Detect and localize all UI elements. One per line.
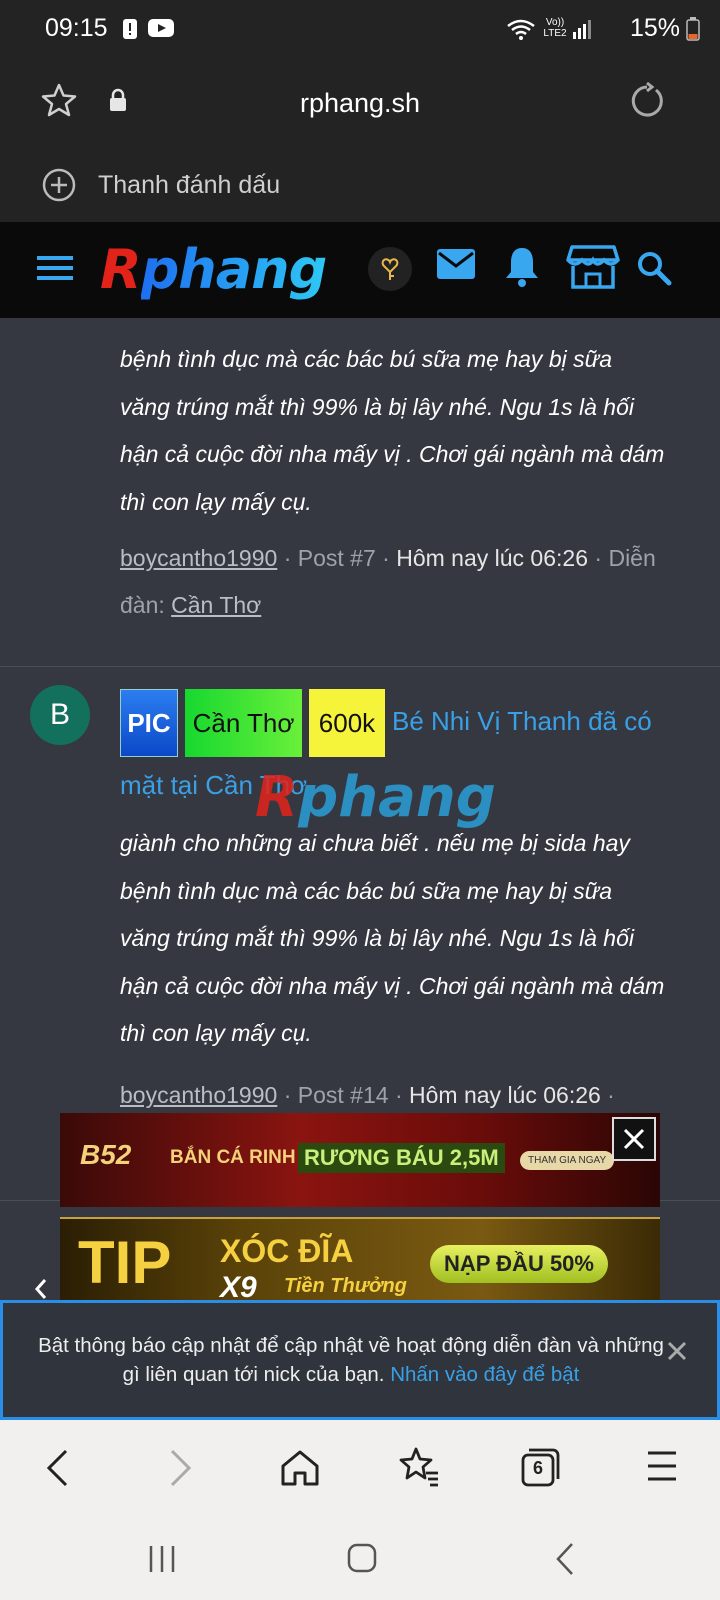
avatar[interactable]: B bbox=[30, 685, 90, 745]
post-line: hận cả cuộc đời nha mấy vị . Chơi gái ng… bbox=[120, 441, 665, 467]
forum-label: Diễn bbox=[608, 545, 656, 571]
browser-bottom-toolbar: 6 bbox=[0, 1420, 720, 1520]
site-logo[interactable]: Rphang bbox=[100, 238, 327, 301]
browser-toolbar: rphang.sh Thanh đánh dấu bbox=[0, 58, 720, 222]
status-time: 09:15 bbox=[45, 14, 108, 42]
url-bar[interactable]: rphang.sh bbox=[0, 88, 720, 119]
tab-count: 6 bbox=[532, 1458, 543, 1478]
back-icon[interactable] bbox=[44, 1448, 70, 1493]
home-nav-icon[interactable] bbox=[346, 1542, 378, 1579]
key-heart-icon[interactable] bbox=[367, 246, 413, 297]
system-nav-bar bbox=[0, 1520, 720, 1600]
bookmark-bar[interactable]: Thanh đánh dấu bbox=[42, 168, 280, 202]
post-meta: boycantho1990 · Post #14 · Hôm nay lúc 0… bbox=[120, 1082, 615, 1108]
menu-icon[interactable] bbox=[646, 1450, 678, 1487]
alert-icon bbox=[122, 18, 138, 45]
tag-price[interactable]: 600k bbox=[309, 689, 385, 757]
post-number[interactable]: Post #14 bbox=[298, 1082, 389, 1108]
close-notice-icon[interactable] bbox=[667, 1341, 687, 1367]
hamburger-menu-icon[interactable] bbox=[37, 254, 73, 287]
thread-title-line1[interactable]: Bé Nhi Vị Thanh đã có bbox=[392, 706, 652, 737]
post-line: hận cả cuộc đời nha mấy vị . Chơi gái ng… bbox=[120, 972, 665, 999]
bookmarks-icon[interactable] bbox=[398, 1446, 440, 1493]
ad-banner-2[interactable]: TIP XÓC ĐĨA X9 Tiền Thưởng NẠP ĐẦU 50% bbox=[60, 1217, 660, 1302]
post-line: giành cho những ai chưa biết . nếu mẹ bị… bbox=[120, 830, 630, 856]
post-line: thì con lạy mấy cụ. bbox=[120, 1020, 312, 1046]
post-line: bệnh tình dục mà các bác bú sữa mẹ hay b… bbox=[120, 346, 612, 372]
post-7: bệnh tình dục mà các bác bú sữa mẹ hay b… bbox=[0, 318, 720, 666]
bookmark-bar-label: Thanh đánh dấu bbox=[98, 170, 281, 199]
ad-text: RƯƠNG BÁU 2,5M bbox=[298, 1143, 505, 1173]
recents-icon[interactable] bbox=[148, 1544, 176, 1579]
ad-cta[interactable]: NẠP ĐẦU 50% bbox=[430, 1245, 608, 1283]
site-header: Rphang bbox=[0, 222, 720, 318]
author-link[interactable]: boycantho1990 bbox=[120, 1082, 277, 1108]
post-line: văng trúng mắt thì 99% là bị lây nhé. Ng… bbox=[120, 393, 634, 420]
add-circle-icon bbox=[42, 168, 76, 202]
enable-notifications-link[interactable]: Nhấn vào đây để bật bbox=[390, 1363, 579, 1386]
ad-text: BẮN CÁ RINH bbox=[170, 1147, 296, 1168]
tag-pic[interactable]: PIC bbox=[120, 689, 178, 757]
ad-brand: B52 bbox=[80, 1139, 132, 1170]
network-label: Vo)) LTE2 bbox=[543, 17, 567, 39]
post-number[interactable]: Post #7 bbox=[298, 545, 376, 571]
ad-text: Tiền Thưởng bbox=[284, 1275, 407, 1297]
post-line: văng trúng mắt thì 99% là bị lây nhé. Ng… bbox=[120, 925, 634, 951]
post-body: giành cho những ai chưa biết . nếu mẹ bị… bbox=[120, 820, 695, 1058]
reload-icon[interactable] bbox=[628, 81, 666, 125]
wifi-icon bbox=[506, 18, 536, 47]
status-bar: 09:15 Vo)) LTE2 15% bbox=[0, 0, 720, 58]
battery-percent: 15% bbox=[629, 14, 680, 42]
tabs-icon[interactable]: 6 bbox=[520, 1446, 562, 1488]
search-icon[interactable] bbox=[636, 250, 672, 291]
post-meta: boycantho1990 · Post #7 · Hôm nay lúc 06… bbox=[120, 545, 656, 618]
home-icon[interactable] bbox=[280, 1448, 320, 1493]
store-icon[interactable] bbox=[566, 244, 620, 295]
author-link[interactable]: boycantho1990 bbox=[120, 545, 277, 571]
ad-cta[interactable]: THAM GIA NGAY bbox=[520, 1151, 615, 1170]
forum-label-2: đàn: bbox=[120, 592, 165, 618]
post-time: Hôm nay lúc 06:26 bbox=[409, 1082, 601, 1108]
post-line: bệnh tình dục mà các bác bú sữa mẹ hay b… bbox=[120, 877, 612, 904]
post-line: thì con lạy mấy cụ. bbox=[120, 488, 312, 515]
tag-location[interactable]: Cần Thơ bbox=[185, 689, 302, 757]
ad-close-button[interactable] bbox=[612, 1117, 656, 1161]
mail-icon[interactable] bbox=[436, 248, 476, 285]
post-time: Hôm nay lúc 06:26 bbox=[396, 545, 588, 571]
ad-text: XÓC ĐĨA bbox=[220, 1233, 354, 1269]
post-body: bệnh tình dục mà các bác bú sữa mẹ hay b… bbox=[120, 336, 695, 526]
close-icon bbox=[623, 1128, 645, 1150]
back-nav-icon[interactable] bbox=[555, 1542, 575, 1581]
youtube-icon bbox=[148, 18, 174, 43]
signal-icon bbox=[572, 18, 592, 45]
battery-indicator: 15% bbox=[630, 14, 700, 43]
ad-brand: TIP bbox=[78, 1229, 172, 1296]
notice-text: Bật thông báo cập nhật để cập nhật về ho… bbox=[38, 1334, 664, 1386]
notification-bell-icon[interactable] bbox=[503, 244, 541, 293]
forward-icon[interactable] bbox=[168, 1448, 194, 1493]
ad-text: X9 bbox=[220, 1271, 257, 1302]
battery-icon bbox=[686, 16, 700, 41]
ad-banner-1[interactable]: B52 BẮN CÁ RINH RƯƠNG BÁU 2,5M THAM GIA … bbox=[60, 1113, 660, 1207]
notification-notice: Bật thông báo cập nhật để cập nhật về ho… bbox=[0, 1300, 720, 1420]
post-divider bbox=[0, 666, 720, 667]
forum-link[interactable]: Cần Thơ bbox=[171, 592, 261, 618]
